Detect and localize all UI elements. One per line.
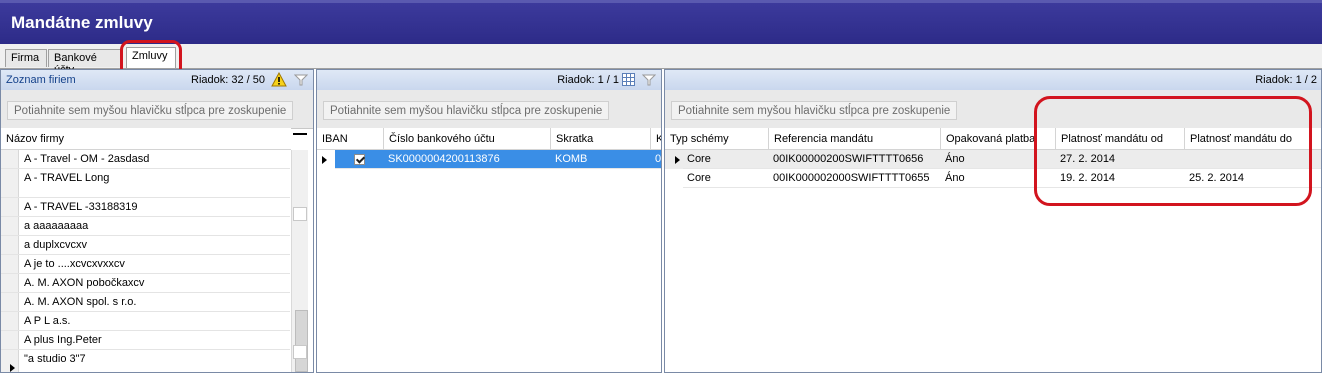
column-header-platnost-od[interactable]: Platnosť mandátu od: [1056, 128, 1185, 150]
accounts-row-counter: Riadok: 1 / 1: [557, 74, 619, 86]
mandate-reference-cell[interactable]: 00IK00000200SWIFTTTT0656: [769, 150, 941, 169]
tab-strip: Firma Bankové účty Zmluvy: [0, 44, 1322, 76]
column-header-cislo-uctu[interactable]: Číslo bankového účtu: [384, 128, 551, 150]
window-title: Mandátne zmluvy: [11, 13, 153, 32]
list-item[interactable]: A. M. AXON pobočkaxcv: [1, 274, 290, 293]
firms-group-hint: Potiahnite sem myšou hlavičku stĺpca pre…: [7, 101, 294, 120]
column-header-typ-schemy[interactable]: Typ schémy: [665, 128, 769, 150]
grid-icon[interactable]: [622, 73, 635, 86]
firms-list: A - Travel - OM - 2asdasd A - TRAVEL Lon…: [1, 150, 291, 372]
iban-cell[interactable]: [335, 150, 384, 169]
tab-bankove-ucty[interactable]: Bankové účty: [48, 49, 122, 76]
contracts-panel: Riadok: 1 / 2 Potiahnite sem myšou hlavi…: [664, 69, 1322, 373]
warning-icon[interactable]: [271, 72, 287, 87]
table-row[interactable]: Core 00IK00000200SWIFTTTT0656 Áno 27. 2.…: [665, 150, 1321, 169]
tab-firma[interactable]: Firma: [5, 49, 47, 67]
list-item[interactable]: A P L a.s.: [1, 312, 290, 331]
filter-icon[interactable]: [642, 73, 656, 87]
column-header-platnost-do[interactable]: Platnosť mandátu do: [1185, 128, 1321, 150]
contracts-row-counter: Riadok: 1 / 2: [1255, 74, 1317, 86]
contracts-panel-header: Riadok: 1 / 2: [665, 70, 1321, 91]
repeat-payment-cell[interactable]: Áno: [941, 150, 1056, 169]
firms-row-counter: Riadok: 32 / 50: [191, 74, 265, 86]
column-header-k[interactable]: K: [651, 128, 661, 150]
header-splitter: [293, 133, 307, 135]
valid-to-cell[interactable]: [1185, 150, 1321, 169]
scroll-down-button[interactable]: [293, 345, 307, 359]
list-item[interactable]: A plus Ing.Peter: [1, 331, 290, 350]
column-header-iban[interactable]: IBAN: [317, 128, 384, 150]
list-item[interactable]: a aaaaaaaaa: [1, 217, 290, 236]
window-titlebar: Mandátne zmluvy: [0, 0, 1322, 44]
firms-scrollbar[interactable]: [291, 150, 308, 372]
list-item[interactable]: A je to ....xcvcxvxxcv: [1, 255, 290, 274]
current-row-arrow-icon: [322, 156, 327, 164]
scheme-type-cell[interactable]: Core: [683, 169, 769, 188]
accounts-panel: Riadok: 1 / 1 Potiahnite sem myšou hlavi…: [316, 69, 662, 373]
valid-from-cell[interactable]: 27. 2. 2014: [1056, 150, 1185, 169]
firms-panel: Zoznam firiem Riadok: 32 / 50 Potiahnite…: [0, 69, 314, 373]
column-header-skratka[interactable]: Skratka: [551, 128, 651, 150]
account-number-cell[interactable]: SK0000004200113876: [384, 150, 551, 169]
list-item[interactable]: A - Travel - OM - 2asdasd: [1, 150, 290, 169]
firms-panel-title: Zoznam firiem: [6, 74, 76, 86]
column-header-opakovana-platba[interactable]: Opakovaná platba: [941, 128, 1056, 150]
scheme-type-cell[interactable]: Core: [683, 150, 769, 169]
list-item[interactable]: A. M. AXON spol. s r.o.: [1, 293, 290, 312]
current-row-arrow-icon: [675, 156, 680, 164]
column-header-referencia[interactable]: Referencia mandátu: [769, 128, 941, 150]
list-item[interactable]: A - TRAVEL -33188319: [1, 198, 290, 217]
current-row-arrow-icon: [10, 364, 15, 372]
valid-from-cell[interactable]: 19. 2. 2014: [1056, 169, 1185, 188]
column-header-nazov-firmy[interactable]: Názov firmy: [1, 128, 291, 150]
accounts-group-zone[interactable]: Potiahnite sem myšou hlavičku stĺpca pre…: [317, 90, 661, 129]
list-item[interactable]: "a studio 3"7: [1, 350, 290, 372]
mandate-reference-cell[interactable]: 00IK000002000SWIFTTTT0655: [769, 169, 941, 188]
contracts-group-hint: Potiahnite sem myšou hlavičku stĺpca pre…: [671, 101, 958, 120]
short-name-cell[interactable]: KOMB: [551, 150, 651, 169]
tab-zmluvy[interactable]: Zmluvy: [126, 47, 176, 68]
table-row[interactable]: SK0000004200113876 KOMB 0: [317, 150, 661, 169]
filter-icon[interactable]: [294, 73, 308, 87]
scroll-thumb[interactable]: [295, 310, 308, 372]
contracts-group-zone[interactable]: Potiahnite sem myšou hlavičku stĺpca pre…: [665, 90, 1321, 129]
list-item[interactable]: a duplxcvcxv: [1, 236, 290, 255]
accounts-panel-header: Riadok: 1 / 1: [317, 70, 661, 91]
iban-checkbox[interactable]: [354, 154, 365, 165]
table-row[interactable]: Core 00IK000002000SWIFTTTT0655 Áno 19. 2…: [665, 169, 1321, 188]
list-item[interactable]: A - TRAVEL Long: [1, 169, 290, 198]
repeat-payment-cell[interactable]: Áno: [941, 169, 1056, 188]
k-cell[interactable]: 0: [651, 150, 661, 169]
scroll-up-button[interactable]: [293, 207, 307, 221]
accounts-group-hint: Potiahnite sem myšou hlavičku stĺpca pre…: [323, 101, 610, 120]
firms-group-zone[interactable]: Potiahnite sem myšou hlavičku stĺpca pre…: [1, 90, 313, 129]
firms-panel-header: Zoznam firiem Riadok: 32 / 50: [1, 70, 313, 91]
valid-to-cell[interactable]: 25. 2. 2014: [1185, 169, 1321, 188]
